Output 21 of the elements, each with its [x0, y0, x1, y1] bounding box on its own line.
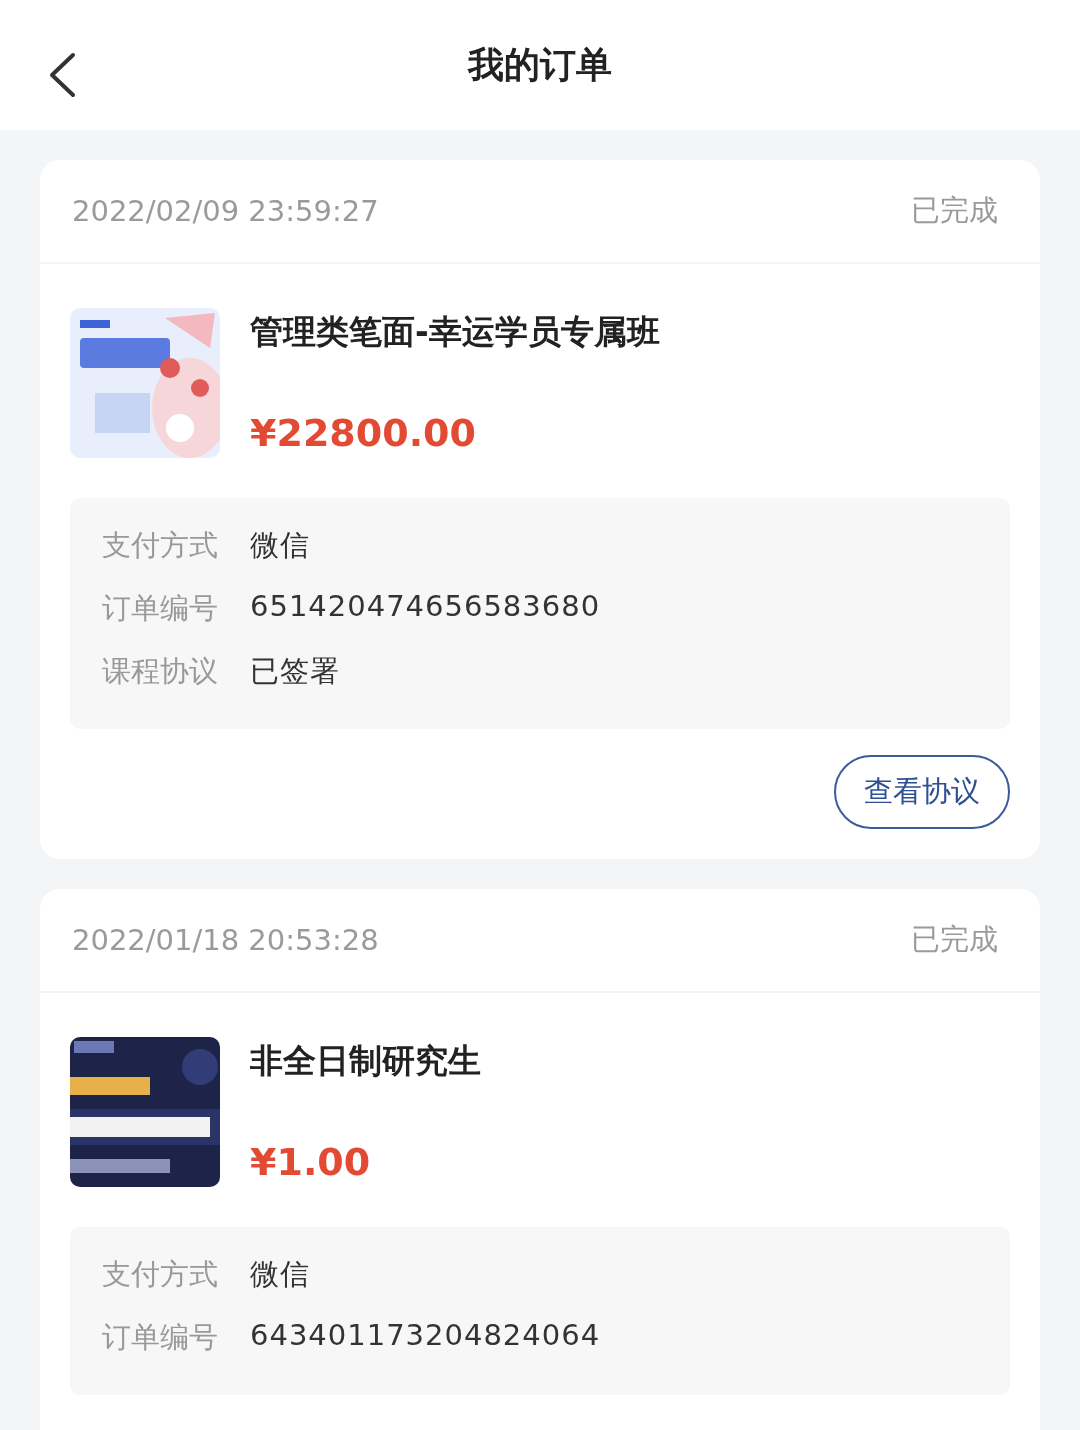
detail-label: 订单编号: [102, 590, 218, 627]
detail-label: 课程协议: [102, 653, 218, 690]
detail-value: 已签署: [250, 653, 340, 690]
view-agreement-button[interactable]: 查看协议: [834, 755, 1010, 829]
detail-label: 支付方式: [102, 1256, 218, 1293]
product-title: 管理类笔面-幸运学员专属班: [250, 311, 660, 353]
order-time: 2022/02/09 23:59:27: [72, 194, 379, 228]
product-price: ¥1.00: [250, 1140, 372, 1184]
detail-value: 微信: [250, 527, 310, 564]
back-icon: [48, 52, 76, 98]
order-status: 已完成: [911, 921, 998, 958]
page-title: 我的订单: [468, 42, 612, 87]
detail-value: 651420474656583680: [250, 589, 601, 625]
product-price: ¥22800.00: [250, 411, 477, 455]
detail-label: 订单编号: [102, 1319, 218, 1356]
product-title: 非全日制研究生: [250, 1040, 481, 1082]
detail-value: 微信: [250, 1256, 310, 1293]
order-time: 2022/01/18 20:53:28: [72, 923, 379, 957]
detail-value: 643401173204824064: [250, 1318, 601, 1354]
order-status: 已完成: [911, 192, 998, 229]
detail-label: 支付方式: [102, 527, 218, 564]
